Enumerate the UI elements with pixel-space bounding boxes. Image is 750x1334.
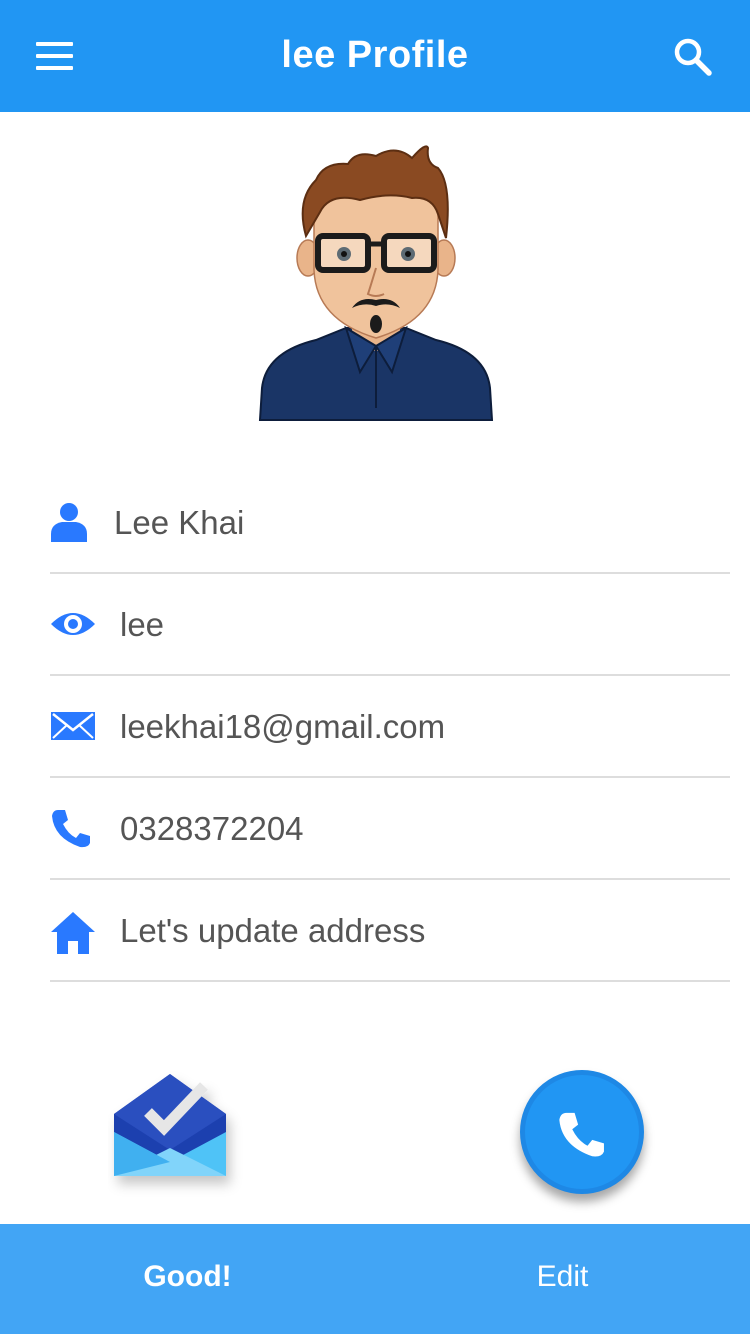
bottom-bar: Good! Edit — [0, 1224, 750, 1334]
call-button[interactable] — [520, 1070, 644, 1194]
inbox-app-icon[interactable] — [108, 1070, 250, 1206]
list-item-address[interactable]: Let's update address — [50, 880, 730, 982]
list-item-name[interactable]: Lee Khai — [50, 472, 730, 574]
home-icon — [51, 912, 95, 954]
list-item-phone[interactable]: 0328372204 — [50, 778, 730, 880]
list-item-email[interactable]: leekhai18@gmail.com — [50, 676, 730, 778]
eye-icon — [51, 613, 95, 635]
username-value: lee — [120, 606, 165, 643]
address-value: Let's update address — [120, 912, 426, 949]
profile-list: Lee Khai lee leekhai18@gmail.com 0328372… — [50, 472, 730, 982]
mail-icon — [51, 712, 95, 740]
avatar — [256, 140, 496, 422]
name-value: Lee Khai — [114, 504, 245, 541]
email-value: leekhai18@gmail.com — [120, 708, 446, 745]
list-item-username[interactable]: lee — [50, 574, 730, 676]
person-icon — [51, 503, 87, 542]
phone-icon — [559, 1112, 604, 1157]
edit-button[interactable]: Edit — [375, 1224, 750, 1334]
app-bar: lee Profile — [0, 0, 750, 112]
search-icon[interactable] — [672, 36, 714, 78]
good-button[interactable]: Good! — [0, 1224, 375, 1334]
phone-value: 0328372204 — [120, 810, 304, 847]
page-title: lee Profile — [281, 34, 469, 76]
phone-icon — [52, 810, 90, 848]
